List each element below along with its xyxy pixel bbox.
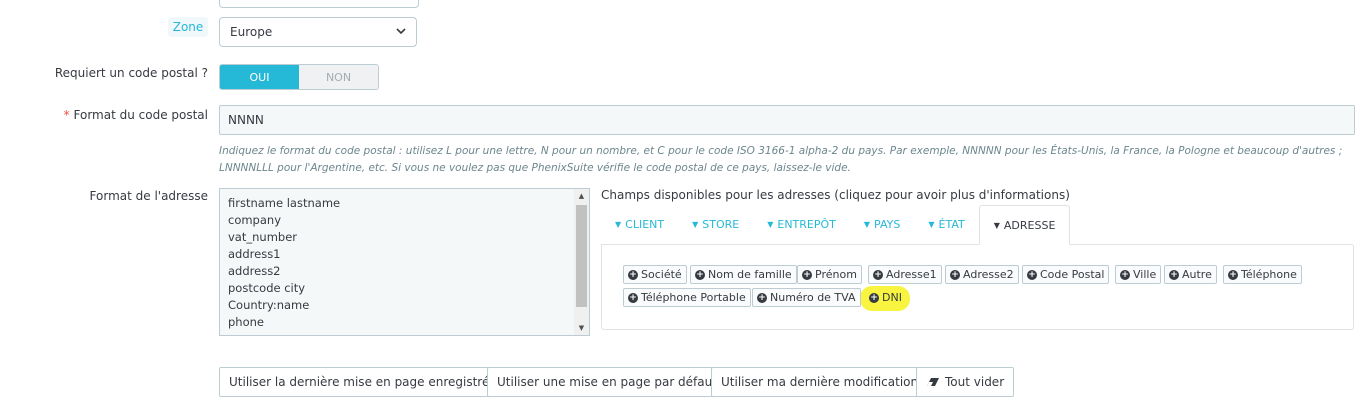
plus-circle-icon: + <box>1169 269 1179 280</box>
use-last-saved-layout-button[interactable]: Utiliser la dernière mise en page enregi… <box>219 367 507 397</box>
tab-label: ÉTAT <box>938 217 965 231</box>
caret-down-icon: ▼ <box>863 219 871 229</box>
field-button-label: Prénom <box>815 268 857 281</box>
postcode-format-value: NNNN <box>228 113 264 127</box>
zone-label: Zone <box>168 17 208 37</box>
clear-all-button[interactable]: Tout vider <box>916 367 1015 397</box>
caret-down-icon: ▼ <box>993 220 1000 230</box>
scroll-up-arrow-icon[interactable]: ▲ <box>574 189 589 203</box>
plus-circle-icon: + <box>628 292 638 303</box>
use-default-layout-button[interactable]: Utiliser une mise en page par défaut <box>487 367 727 397</box>
plus-circle-icon: + <box>873 269 883 280</box>
switch-no[interactable]: NON <box>299 65 378 89</box>
eraser-icon <box>926 377 940 387</box>
caret-down-icon: ▼ <box>767 219 774 229</box>
plus-circle-icon: + <box>869 292 879 303</box>
scrollbar-thumb[interactable] <box>576 205 587 307</box>
field-button-label: Adresse2 <box>963 268 1014 281</box>
use-last-modification-button[interactable]: Utiliser ma dernière modification <box>711 367 929 397</box>
field-button-code-postal[interactable]: + Code Postal <box>1022 265 1110 284</box>
field-button-label: Téléphone <box>1241 268 1297 281</box>
tab-label: ENTREPÔT <box>777 217 836 231</box>
field-button-label: Ville <box>1133 268 1157 281</box>
address-line: company <box>228 213 282 227</box>
zone-select-value: Europe <box>230 25 273 39</box>
address-format-textarea[interactable]: firstname lastname company vat_number ad… <box>219 188 590 336</box>
field-button-ville[interactable]: + Ville <box>1115 265 1162 284</box>
field-button-adresse1[interactable]: + Adresse1 <box>868 265 942 284</box>
tab-label: CLIENT <box>625 217 665 231</box>
field-button-telephone-portable[interactable]: + Téléphone Portable <box>623 288 751 307</box>
tab-adresse[interactable]: ▼ ADRESSE <box>978 205 1071 245</box>
field-button-nom-de-famille[interactable]: + Nom de famille <box>690 265 797 284</box>
postcode-required-switch[interactable]: OUI NON <box>219 64 379 90</box>
caret-down-icon: ▼ <box>692 219 699 229</box>
address-line: postcode city <box>228 281 306 295</box>
caret-down-icon: ▼ <box>928 219 935 229</box>
tab-label: PAYS <box>874 217 901 231</box>
tab-entrepot[interactable]: ▼ ENTREPÔT <box>753 205 850 243</box>
field-button-telephone[interactable]: + Téléphone <box>1223 265 1302 284</box>
postcode-required-label: Requiert un code postal ? <box>54 66 208 80</box>
available-fields-tabs: ▼ CLIENT ▼ STORE ▼ ENTREPÔT ▼ PAYS ▼ ÉTAT ▼ AD… <box>601 205 1071 245</box>
chevron-down-icon <box>396 27 406 38</box>
field-button-label: Numéro de TVA <box>770 291 856 304</box>
address-line: vat_number <box>228 230 297 244</box>
field-button-label: Nom de famille <box>708 268 792 281</box>
clear-all-label: Tout vider <box>945 375 1005 389</box>
plus-circle-icon: + <box>628 269 638 280</box>
field-button-label: Téléphone Portable <box>641 291 746 304</box>
switch-yes[interactable]: OUI <box>220 65 299 89</box>
address-line: address2 <box>228 264 281 278</box>
field-button-societe[interactable]: + Société <box>623 265 687 284</box>
tab-client[interactable]: ▼ CLIENT <box>601 205 678 243</box>
address-line: phone <box>228 315 264 329</box>
field-button-numero-de-tva[interactable]: + Numéro de TVA <box>752 288 861 307</box>
field-button-prenom[interactable]: + Prénom <box>797 265 862 284</box>
zone-select[interactable]: Europe <box>219 17 417 47</box>
tab-label: STORE <box>702 217 740 231</box>
tab-etat[interactable]: ▼ ÉTAT <box>914 205 978 243</box>
field-button-label: Adresse1 <box>886 268 937 281</box>
caret-down-icon: ▼ <box>615 219 622 229</box>
tab-store[interactable]: ▼ STORE <box>678 205 753 243</box>
plus-circle-icon: + <box>757 292 767 303</box>
field-button-label: Société <box>641 268 682 281</box>
field-button-adresse2[interactable]: + Adresse2 <box>945 265 1019 284</box>
field-button-label: Autre <box>1182 268 1212 281</box>
field-button-label: Code Postal <box>1040 268 1105 281</box>
plus-circle-icon: + <box>1027 269 1037 280</box>
plus-circle-icon: + <box>950 269 960 280</box>
address-fields-panel <box>601 244 1354 330</box>
plus-circle-icon: + <box>1120 269 1130 280</box>
scroll-down-arrow-icon[interactable]: ▼ <box>574 321 589 335</box>
tab-pays[interactable]: ▼ PAYS <box>850 205 914 243</box>
address-format-label: Format de l'adresse <box>89 189 208 203</box>
address-line: Country:name <box>228 298 310 312</box>
field-button-label: DNI <box>882 291 902 304</box>
plus-circle-icon: + <box>695 269 705 280</box>
postcode-format-input[interactable]: NNNN <box>219 105 1355 135</box>
available-fields-title: Champs disponibles pour les adresses (cl… <box>601 188 1070 202</box>
postcode-format-label-text: Format du code postal <box>73 108 209 122</box>
field-button-autre[interactable]: + Autre <box>1164 265 1217 284</box>
field-button-dni[interactable]: + DNI <box>864 288 907 307</box>
address-line: firstname lastname <box>228 196 341 210</box>
tab-label: ADRESSE <box>1003 218 1056 232</box>
postcode-format-label: * Format du code postal <box>20 108 208 122</box>
postcode-format-help: Indiquez le format du code postal : util… <box>219 145 1343 174</box>
plus-circle-icon: + <box>802 269 812 280</box>
previous-field-bottom <box>219 0 419 8</box>
required-mark: * <box>63 108 70 122</box>
textarea-scrollbar[interactable]: ▲ ▼ <box>574 189 589 335</box>
plus-circle-icon: + <box>1228 269 1238 280</box>
address-line: address1 <box>228 247 281 261</box>
address-format-lines: firstname lastname company vat_number ad… <box>228 195 340 331</box>
